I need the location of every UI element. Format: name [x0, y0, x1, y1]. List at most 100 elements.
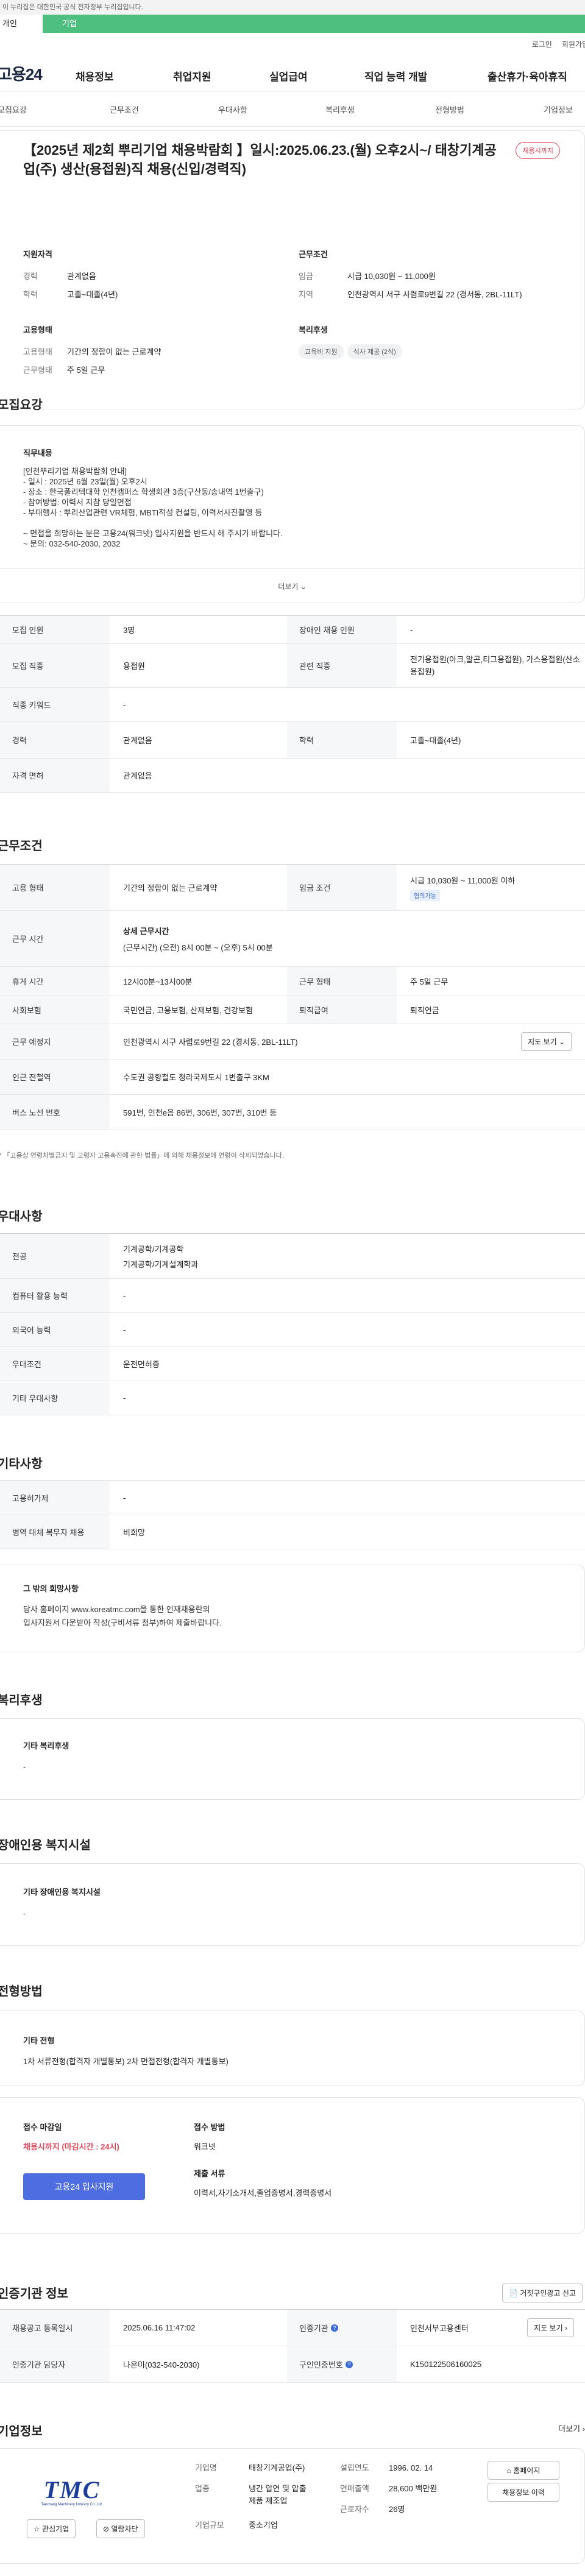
row-value: -: [123, 1493, 126, 1502]
company-field: 설립연도 1996. 02. 14: [340, 2462, 437, 2483]
subnav-pref[interactable]: 우대사항: [218, 104, 247, 115]
label: 근무형태: [23, 366, 52, 375]
value: 시급 10,030원 ~ 11,000원: [347, 272, 436, 281]
label: 기업명: [195, 2463, 217, 2472]
row-label: 외국어 능력: [0, 1313, 110, 1346]
report-icon: 📄: [509, 2289, 520, 2298]
job-desc-title: 직무내용: [23, 448, 52, 458]
help-icon[interactable]: ?: [330, 2324, 338, 2332]
row-label: 우대조건: [0, 1347, 110, 1381]
other-wish-text: 당사 홈페이지 www.koreatmc.com을 통한 인재채용란의 입사지원…: [23, 1603, 222, 1630]
etc-table: 고용허가제 - 병역 대체 복무자 채용 비희망: [0, 1481, 585, 1549]
false-ad-report-button[interactable]: 📄 거짓구인광고 신고: [502, 2284, 583, 2302]
company-more-link[interactable]: 더보기 ›: [558, 2422, 585, 2434]
row-value: 2025.06.16 11:47:02: [123, 2323, 196, 2332]
apply-button[interactable]: 고용24 입사지원: [23, 2173, 145, 2200]
table-row: 모집 인원 3명 장애인 채용 인원 -: [0, 616, 585, 644]
subnav-welfare[interactable]: 복리후생: [325, 104, 355, 115]
row-value: -: [123, 1291, 126, 1300]
map-button[interactable]: 지도 보기 ⌄: [521, 1032, 572, 1051]
table-row: 컴퓨터 활용 능력 -: [0, 1279, 585, 1313]
row-value: 관계없음: [123, 771, 152, 780]
age-note: * 「고용상 연령차별금지 및 고령자 고용촉진에 관한 법률」에 의해 채용정…: [0, 1152, 284, 1159]
major-value: 기계공학/기계공학: [123, 1244, 184, 1254]
favorite-company-button[interactable]: ☆ 관심기업: [27, 2519, 76, 2538]
table-row: 외국어 능력 -: [0, 1313, 585, 1347]
row-label: 근무 형태: [287, 967, 397, 996]
company-field: 기업규모 중소기업: [195, 2519, 307, 2538]
agency-map-button[interactable]: 지도 보기 ›: [527, 2318, 574, 2337]
site-logo[interactable]: 고용24: [0, 62, 43, 85]
job-title: 【2025년 제2회 뿌리기업 채용박람회 】일시:2025.06.23.(월)…: [23, 143, 497, 177]
subnav-process[interactable]: 전형방법: [435, 104, 464, 115]
label: 지역: [299, 290, 313, 299]
docs-title: 제출 서류: [194, 2169, 225, 2178]
tab-personal[interactable]: 개인: [0, 15, 43, 33]
subnav-company[interactable]: 기업정보: [544, 104, 573, 115]
label: 설립연도: [340, 2463, 369, 2472]
value: 26명: [389, 2505, 405, 2514]
row-value: 12시00분~13시00분: [123, 977, 193, 986]
table-row: 모집 직종 용접원 관련 직종 전기용접원(아크,알곤,티그용접원), 가스용접…: [0, 644, 585, 688]
company-heading: 기업정보: [0, 2425, 43, 2438]
disabled-card: 기타 장애인용 복지시설 -: [0, 1863, 585, 1946]
subnav-work[interactable]: 근무조건: [110, 104, 139, 115]
job-line-blank: [23, 518, 283, 528]
summary-wage: 임금 시급 10,030원 ~ 11,000원: [299, 270, 436, 281]
agency-heading: 인증기관 정보: [0, 2287, 68, 2301]
row-value: 수도권 공항철도 청라국제도시 1번출구 3KM: [123, 1073, 269, 1082]
recruit-history-button[interactable]: 채용정보 이력: [488, 2483, 559, 2502]
company-field: 연매출액 28,600 백만원: [340, 2483, 437, 2503]
company-card: TMC Taechang Machinery Industry Co.,Ltd.…: [0, 2448, 585, 2564]
row-label: 채용공고 등록일시: [0, 2310, 110, 2346]
job-desc-text: [인천뿌리기업 채용박람회 안내] - 일시 : 2025년 6월 23일(월)…: [23, 466, 283, 549]
table-row: 채용공고 등록일시 2025.06.16 11:47:02 인증기관? 인천서부…: [0, 2310, 585, 2346]
map-label: 지도 보기: [534, 2324, 563, 2332]
more-button[interactable]: 더보기 ⌄: [0, 568, 584, 604]
process-value: 1차 서류전형(합격자 개별통보) 2차 면접전형(합격자 개별통보): [23, 2057, 229, 2066]
value: 태창기계공업(주): [249, 2463, 305, 2472]
table-row: 직종 키워드 -: [0, 688, 585, 722]
work-heading: 근무조건: [0, 840, 43, 853]
value: 1996. 02. 14: [389, 2463, 433, 2472]
row-label: 인근 전철역: [0, 1060, 110, 1094]
company-field: 근로자수 26명: [340, 2503, 437, 2524]
login-link[interactable]: 로그인: [532, 39, 552, 49]
method-value: 워크넷: [194, 2142, 216, 2151]
table-row: 휴게 시간 12시00분~13시00분 근무 형태 주 5일 근무: [0, 967, 585, 996]
user-type-tabs: 개인 기업: [0, 15, 585, 33]
subnav-recruit[interactable]: 모집요강: [0, 104, 27, 115]
qual-heading: 지원자격: [23, 250, 52, 259]
join-link[interactable]: 회원가입: [562, 39, 585, 49]
method-title: 접수 방법: [194, 2123, 225, 2132]
gnb-item-training[interactable]: 직업 능력 개발: [364, 68, 427, 83]
tab-company[interactable]: 기업: [43, 15, 116, 33]
row-label: 임금 조건: [287, 865, 397, 910]
gnb-item-benefit[interactable]: 실업급여: [269, 68, 308, 83]
org-value: 인천서부고용센터: [410, 2324, 469, 2333]
row-label: 근무 예정지: [0, 1024, 110, 1059]
summary-career: 경력 관계없음: [23, 270, 96, 281]
gnb-item-support[interactable]: 취업지원: [173, 68, 211, 83]
row-label: 모집 인원: [0, 616, 110, 643]
docs-value: 이력서,자기소개서,졸업증명서,경력증명서: [194, 2189, 332, 2198]
row-value: K150122506160025: [410, 2360, 482, 2369]
row-label: 근무 시간: [0, 911, 110, 966]
deadline-badge: 채용시까지: [516, 142, 560, 159]
job-line: [인천뿌리기업 채용박람회 안내]: [23, 467, 127, 476]
summary-emptype: 고용형태 기간의 정함이 없는 근로계약: [23, 345, 161, 357]
row-label: 인증기관 담당자: [0, 2346, 110, 2382]
gnb-item-leave[interactable]: 출산휴가·육아휴직: [488, 68, 567, 83]
gnb-item-jobs[interactable]: 채용정보: [76, 68, 114, 83]
deadline-value: 채용시까지 (마감시간 : 24시): [23, 2142, 119, 2151]
logo-subtext: Taechang Machinery Industry Co.,Ltd.: [41, 2503, 103, 2507]
row-value: 운전면허증: [123, 1360, 160, 1369]
process-card: 기타 전형 1차 서류전형(합격자 개별통보) 2차 면접전형(합격자 개별통보…: [0, 2011, 585, 2086]
welfare-heading: 복리후생: [299, 325, 328, 334]
row-label: 컴퓨터 활용 능력: [0, 1279, 110, 1312]
homepage-button[interactable]: ⌂ 홈페이지: [488, 2461, 559, 2480]
help-icon[interactable]: ?: [345, 2360, 353, 2368]
block-company-button[interactable]: ⊘ 열람차단: [96, 2519, 145, 2538]
job-line: - 일시 : 2025년 6월 23일(월) 오후2시: [23, 477, 147, 486]
recruit-heading: 모집요강: [0, 398, 43, 412]
